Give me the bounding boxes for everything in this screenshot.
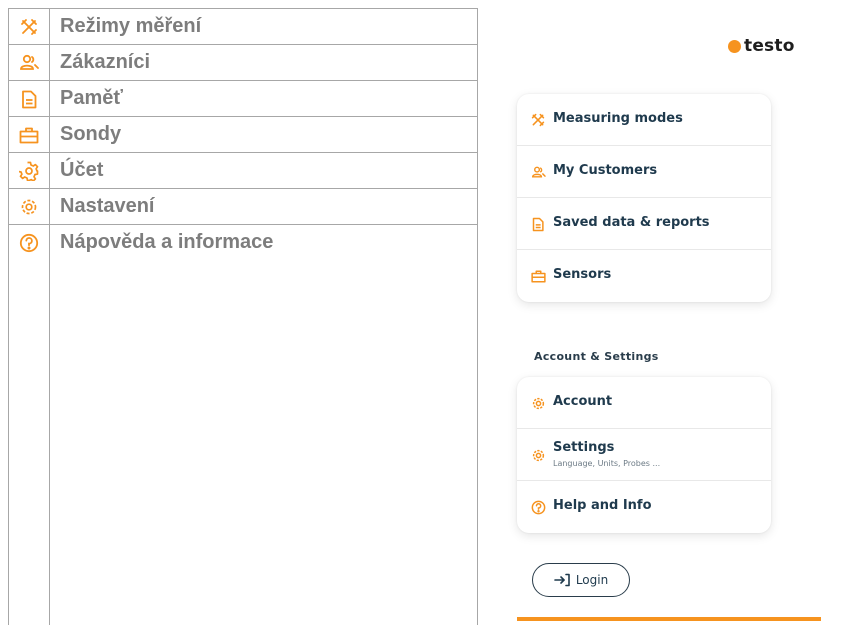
customers-icon [530, 164, 546, 180]
menu-item-measuring-modes[interactable]: Measuring modes [517, 94, 771, 146]
document-icon [19, 89, 39, 109]
menu-item-label: Measuring modes [553, 111, 683, 126]
login-label: Login [575, 573, 609, 587]
login-icon [554, 573, 570, 587]
row-label: Paměť [60, 87, 123, 109]
customers-icon [19, 53, 39, 73]
menu-item-help[interactable]: Help and Info [517, 481, 771, 533]
row-label: Zákazníci [60, 51, 151, 73]
row-label: Nápověda a informace [60, 231, 274, 253]
settings-menu-card: Account Settings Language, Units, Probes… [517, 377, 771, 533]
document-icon [530, 216, 546, 232]
menu-item-my-customers[interactable]: My Customers [517, 146, 771, 198]
row-label: Nastavení [60, 195, 155, 217]
gear-icon [530, 447, 546, 463]
menu-item-label: Saved data & reports [553, 215, 710, 230]
toolbox-icon [530, 268, 546, 284]
menu-item-label: My Customers [553, 163, 658, 178]
help-icon [19, 233, 39, 253]
gear-icon [530, 395, 546, 411]
testo-logo: testo [728, 36, 795, 56]
brand-name: testo [744, 36, 795, 56]
table-row: Nastavení [9, 189, 477, 225]
table-row: Nápověda a informace [9, 225, 477, 261]
section-title: Account & Settings [534, 350, 659, 363]
table-row: Paměť [9, 81, 477, 117]
menu-item-account[interactable]: Account [517, 377, 771, 429]
tools-icon [19, 17, 39, 37]
main-menu-card: Measuring modes My Customers Saved data … [517, 94, 771, 302]
menu-item-saved-data[interactable]: Saved data & reports [517, 198, 771, 250]
table-row: Sondy [9, 117, 477, 153]
menu-item-label: Account [553, 394, 613, 409]
translation-table: Režimy měření Zákazníci Paměť Sondy Účet… [8, 8, 478, 625]
menu-item-label: Sensors [553, 267, 612, 282]
help-icon [530, 499, 546, 515]
table-row: Zákazníci [9, 45, 477, 81]
toolbox-icon [19, 125, 39, 145]
menu-item-label: Settings [553, 440, 615, 455]
logo-dot [728, 39, 741, 53]
tools-icon [530, 112, 546, 128]
bottom-accent-bar [517, 617, 821, 621]
gear-icon [19, 197, 39, 217]
gear-icon [19, 161, 39, 181]
menu-item-label: Help and Info [553, 498, 652, 513]
login-button[interactable]: Login [532, 563, 630, 597]
menu-item-sensors[interactable]: Sensors [517, 250, 771, 302]
menu-item-settings[interactable]: Settings Language, Units, Probes ... [517, 429, 771, 481]
menu-item-sublabel: Language, Units, Probes ... [553, 459, 661, 468]
row-label: Režimy měření [60, 15, 202, 37]
row-label: Sondy [60, 123, 122, 145]
row-label: Účet [60, 159, 104, 181]
table-row: Režimy měření [9, 9, 477, 45]
table-row: Účet [9, 153, 477, 189]
